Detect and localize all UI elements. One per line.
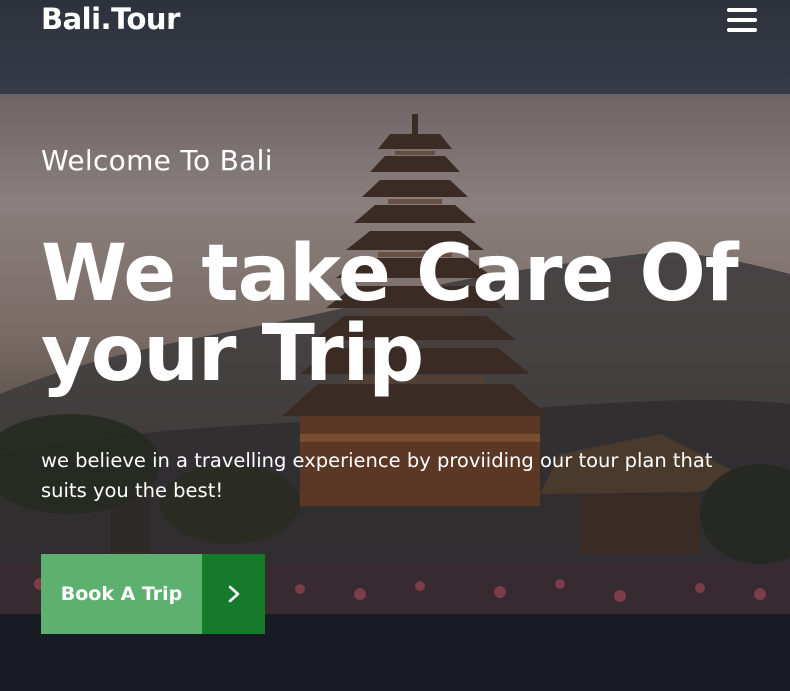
hamburger-menu-icon[interactable] bbox=[727, 8, 757, 32]
headline-line-1: We take Care Of bbox=[41, 229, 739, 319]
book-a-trip-button[interactable]: Book A Trip bbox=[41, 554, 265, 634]
brand-logo[interactable]: Bali.Tour bbox=[41, 2, 180, 36]
hamburger-bar bbox=[727, 28, 757, 32]
top-navbar: Bali.Tour bbox=[0, 0, 790, 94]
hero-section: Welcome To Bali We take Care Of your Tri… bbox=[0, 94, 790, 691]
hero-tagline: we believe in a travelling experience by… bbox=[41, 449, 713, 502]
headline-line-2: your Trip bbox=[41, 309, 424, 399]
hero-headline: We take Care Of your Trip bbox=[41, 234, 741, 394]
hamburger-bar bbox=[727, 18, 757, 22]
chevron-right-icon[interactable] bbox=[202, 554, 265, 634]
welcome-text: Welcome To Bali bbox=[41, 144, 273, 177]
book-a-trip-label[interactable]: Book A Trip bbox=[41, 554, 202, 634]
hamburger-bar bbox=[727, 8, 757, 12]
chevron-right-glyph bbox=[228, 585, 239, 603]
